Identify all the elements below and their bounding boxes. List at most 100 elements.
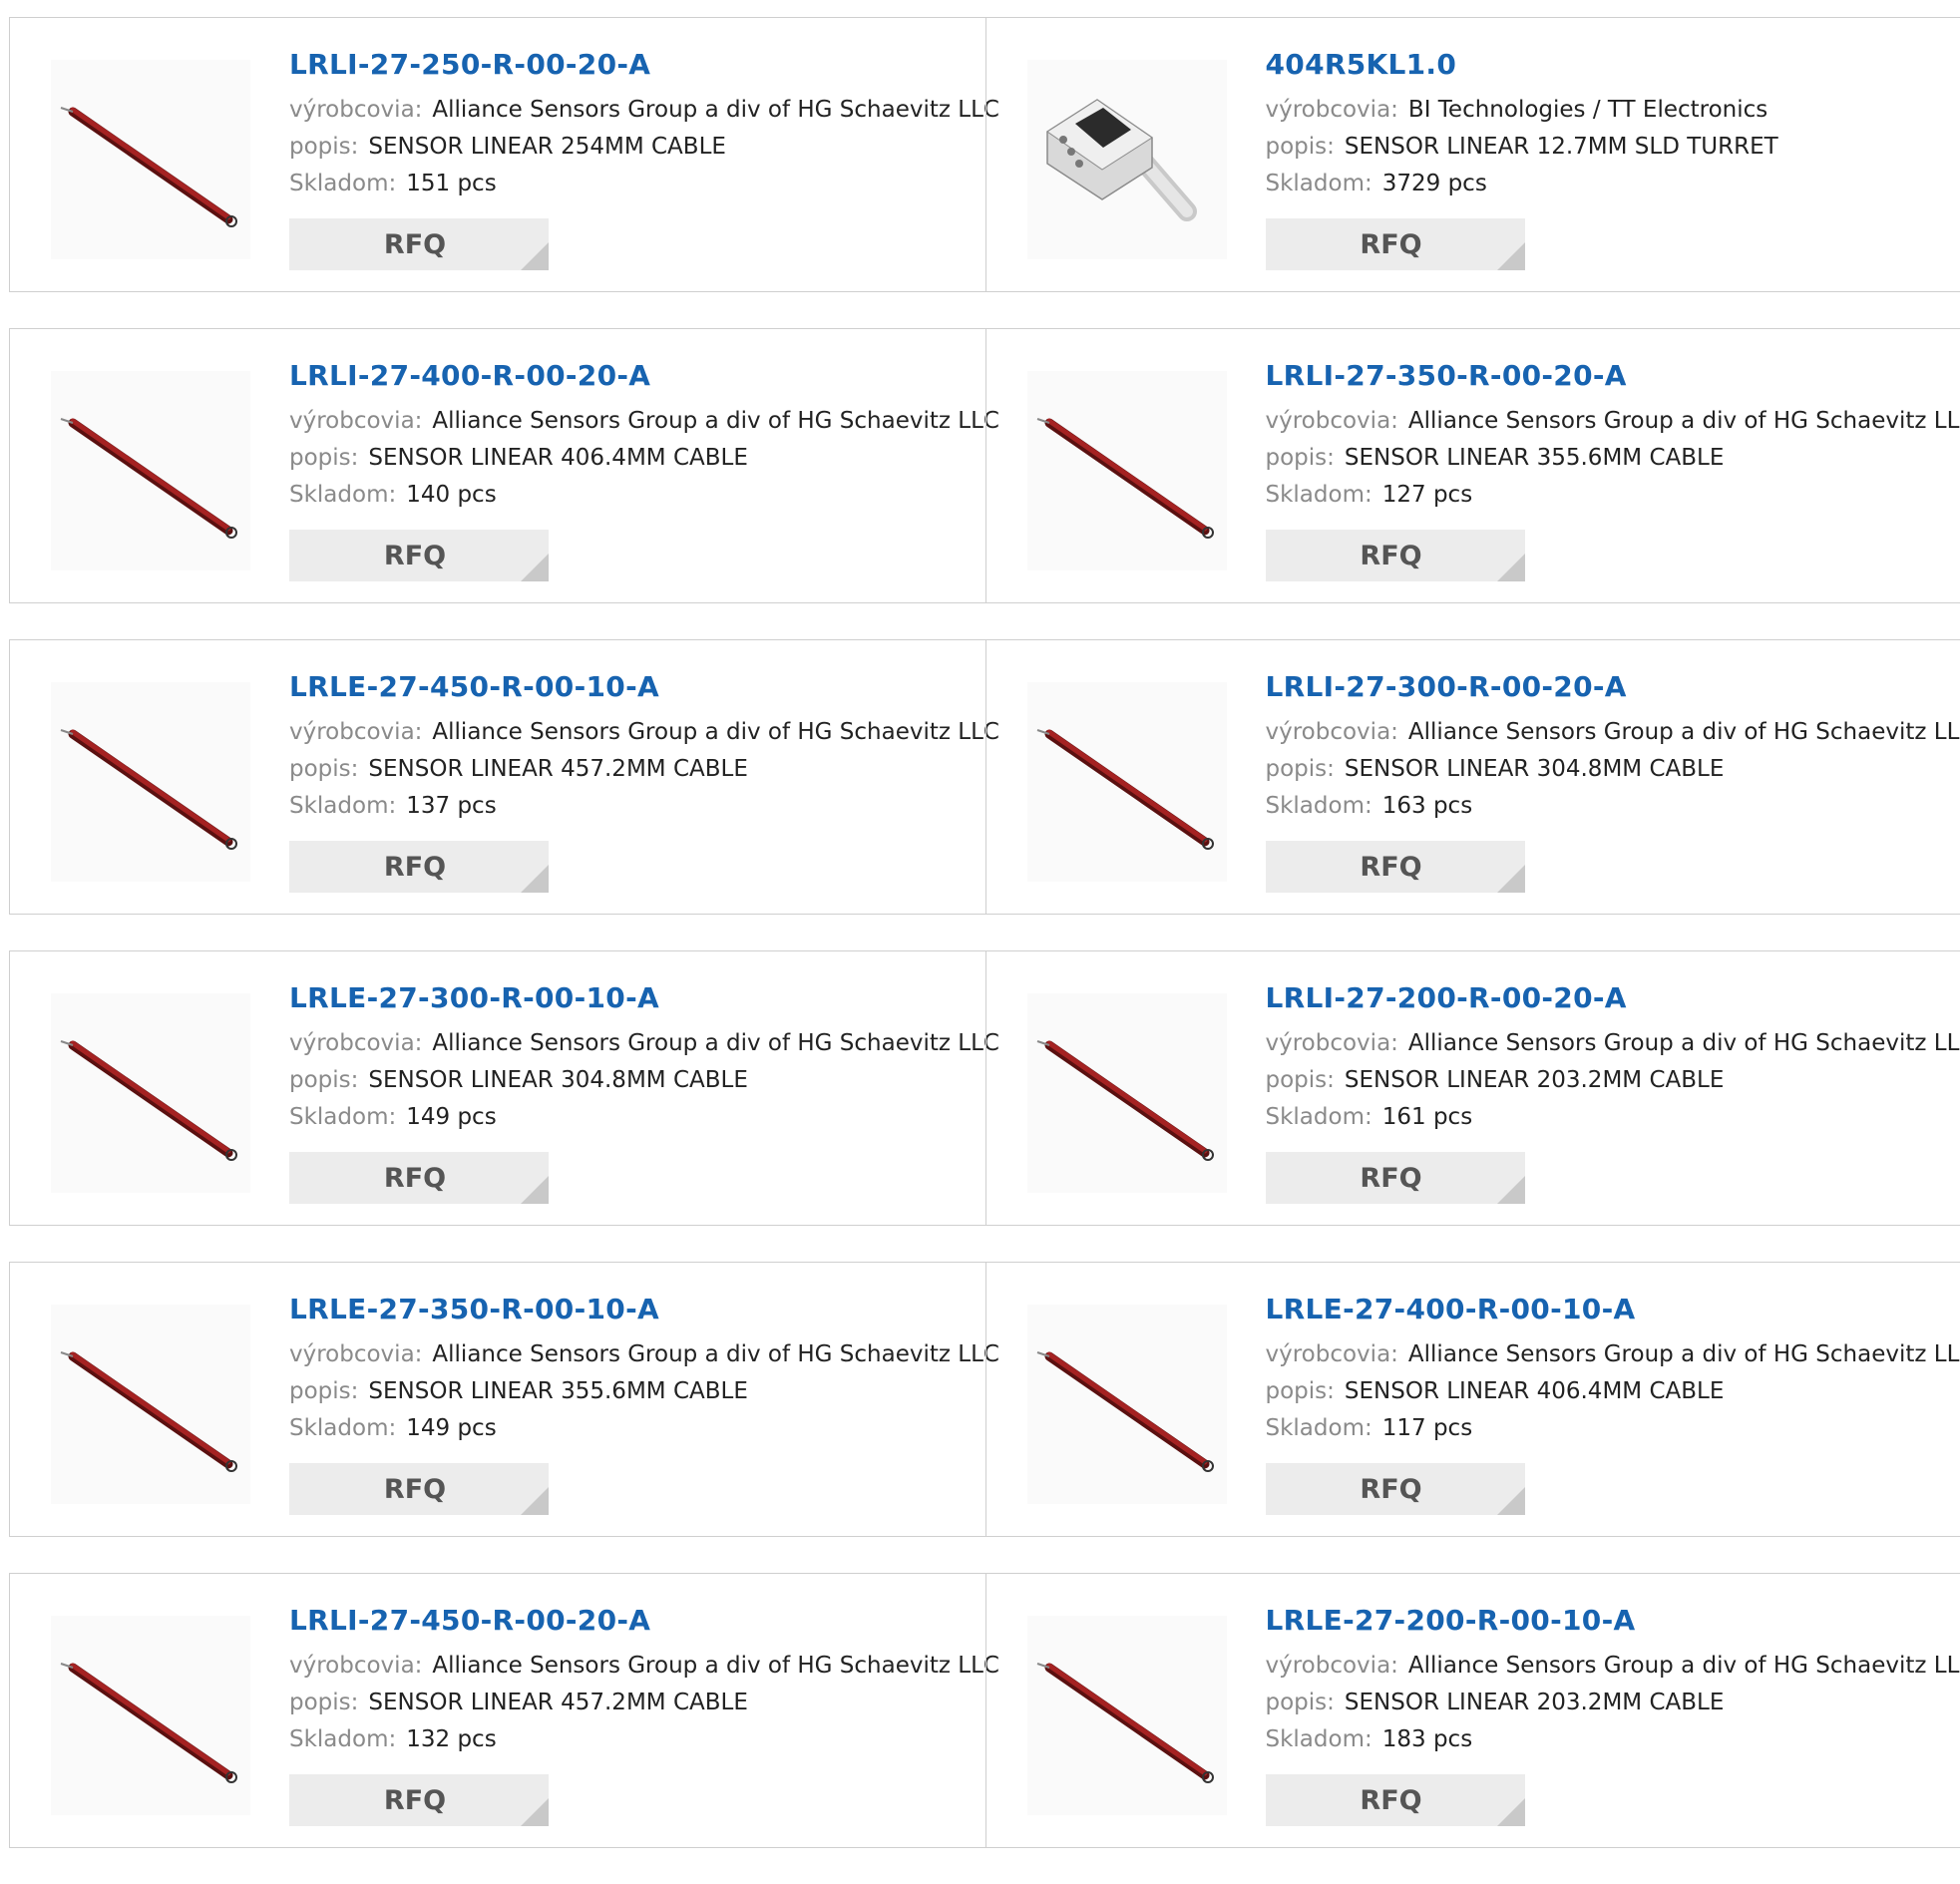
part-number-link[interactable]: 404R5KL1.0 (1266, 48, 1954, 82)
product-image[interactable] (1027, 60, 1227, 259)
rfq-label: RFQ (1360, 541, 1421, 571)
corner-triangle-icon (1497, 554, 1525, 581)
corner-triangle-icon (521, 1487, 549, 1515)
rfq-button[interactable]: RFQ (1266, 1774, 1525, 1826)
manufacturer-value: Alliance Sensors Group a div of HG Schae… (432, 97, 999, 123)
rfq-button[interactable]: RFQ (289, 1463, 549, 1515)
rod-highlight (1049, 1043, 1205, 1151)
product-info: LRLE-27-450-R-00-10-A výrobcovia:Allianc… (289, 670, 978, 825)
manufacturer-value: Alliance Sensors Group a div of HG Schae… (1408, 1030, 1960, 1056)
rod-sensor-illustration (1027, 682, 1227, 882)
part-number-link[interactable]: LRLI-27-400-R-00-20-A (289, 359, 978, 393)
manufacturer-line: výrobcovia:Alliance Sensors Group a div … (1266, 714, 1954, 751)
description-value: SENSOR LINEAR 355.6MM CABLE (1345, 445, 1724, 471)
product-image[interactable] (1027, 371, 1227, 570)
rfq-button[interactable]: RFQ (289, 1774, 549, 1826)
manufacturer-label: výrobcovia: (1266, 97, 1398, 123)
rod-sensor-illustration (51, 1616, 250, 1815)
product-list: LRLI-27-250-R-00-20-A výrobcovia:Allianc… (9, 17, 1960, 1884)
rod-sensor-illustration (51, 682, 250, 882)
manufacturer-line: výrobcovia:Alliance Sensors Group a div … (1266, 403, 1954, 440)
description-line: popis:SENSOR LINEAR 406.4MM CABLE (289, 440, 978, 477)
part-number-link[interactable]: LRLI-27-250-R-00-20-A (289, 48, 978, 82)
description-label: popis: (1266, 756, 1335, 782)
product-row: LRLE-27-450-R-00-10-A výrobcovia:Allianc… (9, 639, 1960, 915)
part-number-link[interactable]: LRLI-27-350-R-00-20-A (1266, 359, 1954, 393)
rod-sensor-illustration (51, 60, 250, 259)
rfq-button[interactable]: RFQ (1266, 1463, 1525, 1515)
rod-highlight (73, 110, 228, 217)
description-value: SENSOR LINEAR 203.2MM CABLE (1345, 1067, 1724, 1093)
product-image[interactable] (51, 682, 250, 882)
stock-label: Skladom: (289, 793, 396, 819)
manufacturer-value: BI Technologies / TT Electronics (1408, 97, 1767, 123)
stock-line: Skladom:149 pcs (289, 1099, 978, 1136)
description-label: popis: (1266, 445, 1335, 471)
description-line: popis:SENSOR LINEAR 12.7MM SLD TURRET (1266, 129, 1954, 166)
stock-value: 137 pcs (406, 793, 496, 819)
rod-highlight (1049, 1666, 1205, 1773)
part-number-link[interactable]: LRLE-27-450-R-00-10-A (289, 670, 978, 704)
product-image[interactable] (51, 1616, 250, 1815)
description-line: popis:SENSOR LINEAR 203.2MM CABLE (1266, 1062, 1954, 1099)
product-card: LRLI-27-300-R-00-20-A výrobcovia:Allianc… (985, 640, 1960, 914)
part-number-link[interactable]: LRLI-27-200-R-00-20-A (1266, 981, 1954, 1015)
rfq-button[interactable]: RFQ (1266, 1152, 1525, 1204)
manufacturer-line: výrobcovia:Alliance Sensors Group a div … (289, 403, 978, 440)
manufacturer-value: Alliance Sensors Group a div of HG Schae… (1408, 1341, 1960, 1367)
product-info: 404R5KL1.0 výrobcovia: BI Technologies / … (1266, 48, 1954, 202)
block-sensor-illustration (1027, 60, 1227, 259)
description-value: SENSOR LINEAR 457.2MM CABLE (368, 756, 747, 782)
description-label: popis: (289, 1378, 358, 1404)
product-row: LRLI-27-450-R-00-20-A výrobcovia: Allianc… (9, 1573, 1960, 1848)
product-image[interactable] (51, 1305, 250, 1504)
product-image[interactable] (51, 993, 250, 1193)
product-image[interactable] (1027, 1616, 1227, 1815)
stock-line: Skladom:161 pcs (1266, 1099, 1954, 1136)
manufacturer-line: výrobcovia:Alliance Sensors Group a div … (289, 714, 978, 751)
stock-value: 161 pcs (1382, 1104, 1472, 1130)
product-image[interactable] (51, 371, 250, 570)
manufacturer-value: Alliance Sensors Group a div of HG Schae… (1408, 1653, 1960, 1679)
description-line: popis:SENSOR LINEAR 406.4MM CABLE (1266, 1373, 1954, 1410)
stock-label: Skladom: (289, 1726, 396, 1752)
product-image[interactable] (1027, 993, 1227, 1193)
part-number-link[interactable]: LRLE-27-400-R-00-10-A (1266, 1293, 1954, 1326)
description-label: popis: (289, 1067, 358, 1093)
stock-line: Skladom:183 pcs (1266, 1721, 1954, 1758)
part-number-link[interactable]: LRLI-27-300-R-00-20-A (1266, 670, 1954, 704)
part-number-link[interactable]: LRLE-27-200-R-00-10-A (1266, 1604, 1954, 1638)
stock-value: 140 pcs (406, 482, 496, 508)
part-number-link[interactable]: LRLE-27-350-R-00-10-A (289, 1293, 978, 1326)
product-image[interactable] (51, 60, 250, 259)
part-number-link[interactable]: LRLE-27-300-R-00-10-A (289, 981, 978, 1015)
rfq-button[interactable]: RFQ (289, 218, 549, 270)
rod-highlight (1049, 732, 1205, 840)
stock-label: Skladom: (289, 1104, 396, 1130)
description-value: SENSOR LINEAR 254MM CABLE (368, 134, 726, 160)
rfq-button[interactable]: RFQ (289, 530, 549, 581)
stock-label: Skladom: (1266, 482, 1372, 508)
rfq-label: RFQ (384, 229, 446, 260)
product-image[interactable] (1027, 1305, 1227, 1504)
stock-line: Skladom:132 pcs (289, 1721, 978, 1758)
corner-triangle-icon (1497, 865, 1525, 893)
part-number-link[interactable]: LRLI-27-450-R-00-20-A (289, 1604, 978, 1638)
rfq-button[interactable]: RFQ (1266, 218, 1525, 270)
manufacturer-value: Alliance Sensors Group a div of HG Schae… (432, 1030, 999, 1056)
rfq-button[interactable]: RFQ (289, 841, 549, 893)
description-value: SENSOR LINEAR 12.7MM SLD TURRET (1345, 134, 1778, 160)
rfq-button[interactable]: RFQ (1266, 841, 1525, 893)
rfq-label: RFQ (384, 1163, 446, 1194)
manufacturer-label: výrobcovia: (289, 1653, 422, 1679)
description-value: SENSOR LINEAR 355.6MM CABLE (368, 1378, 747, 1404)
rod-sensor-illustration (51, 993, 250, 1193)
rfq-button[interactable]: RFQ (289, 1152, 549, 1204)
rod-highlight (1049, 421, 1205, 529)
terminal (1075, 160, 1083, 168)
rfq-button[interactable]: RFQ (1266, 530, 1525, 581)
stock-value: 183 pcs (1382, 1726, 1472, 1752)
product-image[interactable] (1027, 682, 1227, 882)
corner-triangle-icon (1497, 1798, 1525, 1826)
manufacturer-value: Alliance Sensors Group a div of HG Schae… (432, 1341, 999, 1367)
